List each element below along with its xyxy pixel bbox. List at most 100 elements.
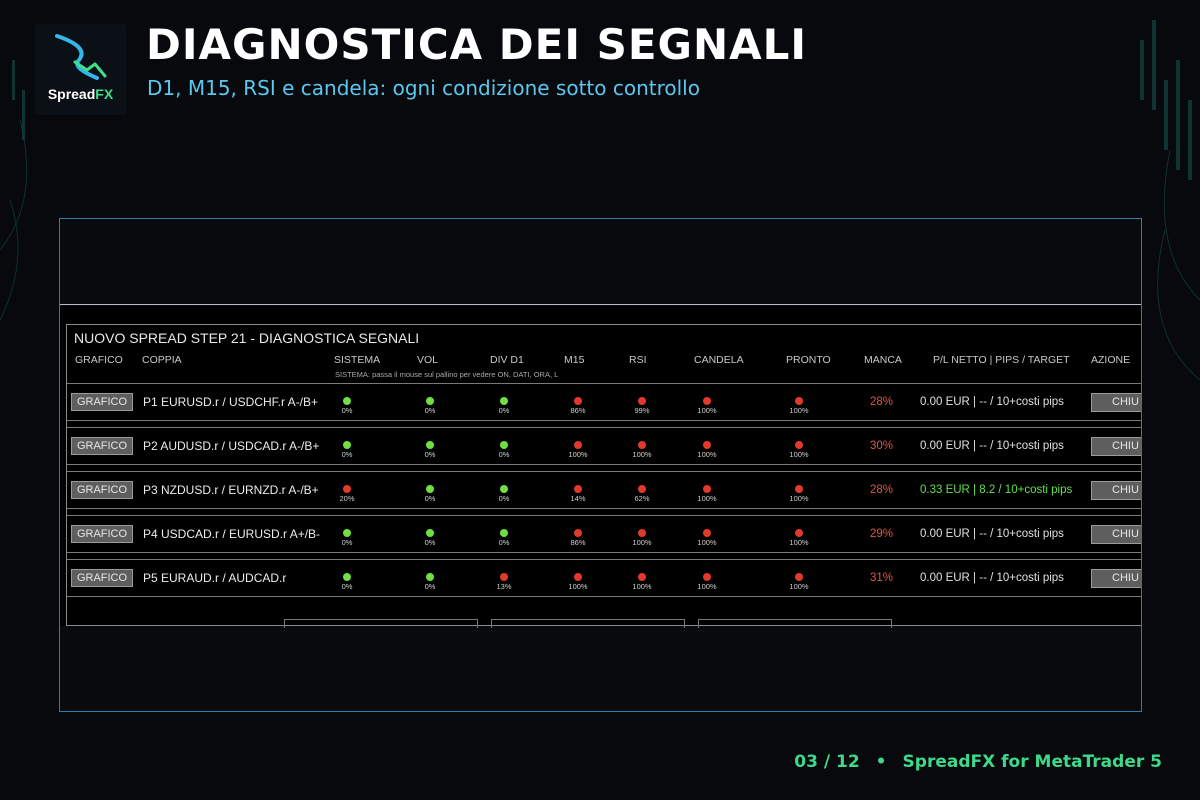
signal-percent: 100% <box>568 582 588 591</box>
manca-value: 29% <box>870 528 894 540</box>
signal-divd1[interactable]: 13% <box>489 573 519 591</box>
header-manca: MANCA <box>864 354 902 366</box>
signal-divd1[interactable]: 0% <box>489 485 519 503</box>
signal-pronto[interactable]: 100% <box>784 397 814 415</box>
pair-label: P3 NZDUSD.r / EURNZD.r A-/B+ <box>143 483 319 497</box>
grafico-button[interactable]: GRAFICO <box>71 481 133 499</box>
signal-percent: 100% <box>789 582 809 591</box>
sistema-hint: SISTEMA: passa il mouse sul pallino per … <box>335 370 559 379</box>
signal-rsi[interactable]: 100% <box>627 441 657 459</box>
signal-percent: 100% <box>789 450 809 459</box>
signal-percent: 100% <box>789 494 809 503</box>
signal-rsi[interactable]: 100% <box>627 573 657 591</box>
status-dot-icon <box>343 397 351 405</box>
grafico-button[interactable]: GRAFICO <box>71 437 133 455</box>
close-button[interactable]: CHIU <box>1091 437 1141 456</box>
close-button[interactable]: CHIU <box>1091 569 1141 588</box>
header-pl: P/L NETTO | PIPS / TARGET <box>933 354 1070 366</box>
signal-pronto[interactable]: 100% <box>784 529 814 547</box>
signal-candela[interactable]: 100% <box>692 529 722 547</box>
signal-percent: 13% <box>496 582 512 591</box>
signal-sistema[interactable]: 20% <box>332 485 362 503</box>
signal-percent: 100% <box>632 582 652 591</box>
pair-label: P4 USDCAD.r / EURUSD.r A+/B- <box>143 527 321 541</box>
header-pronto: PRONTO <box>786 354 831 366</box>
signal-divd1[interactable]: 0% <box>489 397 519 415</box>
panel-title: NUOVO SPREAD STEP 21 - DIAGNOSTICA SEGNA… <box>74 330 420 346</box>
signal-divd1[interactable]: 0% <box>489 441 519 459</box>
table-row: GRAFICO P5 EURAUD.r / AUDCAD.r 0% 0% 13% 100%… <box>67 559 1141 597</box>
signal-vol[interactable]: 0% <box>415 441 445 459</box>
signal-vol[interactable]: 0% <box>415 529 445 547</box>
signal-m15[interactable]: 86% <box>563 397 593 415</box>
signal-percent: 100% <box>568 450 588 459</box>
signal-vol[interactable]: 0% <box>415 485 445 503</box>
signal-rsi[interactable]: 100% <box>627 529 657 547</box>
signal-candela[interactable]: 100% <box>692 485 722 503</box>
signal-percent: 100% <box>697 582 717 591</box>
signal-divd1[interactable]: 0% <box>489 529 519 547</box>
signal-pronto[interactable]: 100% <box>784 441 814 459</box>
signal-vol[interactable]: 0% <box>415 397 445 415</box>
status-dot-icon <box>638 529 646 537</box>
grafico-button[interactable]: GRAFICO <box>71 393 133 411</box>
close-button[interactable]: CHIU <box>1091 525 1141 544</box>
status-dot-icon <box>703 485 711 493</box>
status-dot-icon <box>574 529 582 537</box>
signal-candela[interactable]: 100% <box>692 441 722 459</box>
signal-m15[interactable]: 86% <box>563 529 593 547</box>
signal-m15[interactable]: 100% <box>563 573 593 591</box>
footer-page: 03 / 12 <box>794 752 860 772</box>
signal-m15[interactable]: 100% <box>563 441 593 459</box>
bottom-box <box>491 619 685 628</box>
signal-rsi[interactable]: 99% <box>627 397 657 415</box>
header-coppia: COPPIA <box>142 354 182 366</box>
status-dot-icon <box>574 441 582 449</box>
close-button[interactable]: CHIU <box>1091 393 1141 412</box>
status-dot-icon <box>795 397 803 405</box>
grafico-button[interactable]: GRAFICO <box>71 569 133 587</box>
signal-sistema[interactable]: 0% <box>332 397 362 415</box>
signal-sistema[interactable]: 0% <box>332 529 362 547</box>
header-azione: AZIONE <box>1091 354 1131 366</box>
table-row: GRAFICO P2 AUDUSD.r / USDCAD.r A-/B+ 0% 0% 0… <box>67 427 1141 465</box>
status-dot-icon <box>703 397 711 405</box>
bottom-box <box>284 619 478 628</box>
logo: SpreadFX <box>35 24 126 115</box>
signal-percent: 0% <box>341 450 353 459</box>
status-dot-icon <box>795 485 803 493</box>
pl-value: 0.00 EUR | -- / 10+costi pips <box>920 528 1064 540</box>
status-dot-icon <box>574 397 582 405</box>
status-dot-icon <box>500 397 508 405</box>
grafico-button[interactable]: GRAFICO <box>71 525 133 543</box>
logo-text: SpreadFX <box>47 86 114 102</box>
signal-percent: 99% <box>634 406 650 415</box>
signal-rsi[interactable]: 62% <box>627 485 657 503</box>
signal-sistema[interactable]: 0% <box>332 441 362 459</box>
signal-pronto[interactable]: 100% <box>784 485 814 503</box>
signal-vol[interactable]: 0% <box>415 573 445 591</box>
signal-candela[interactable]: 100% <box>692 573 722 591</box>
signal-m15[interactable]: 14% <box>563 485 593 503</box>
manca-value: 31% <box>870 572 894 584</box>
header-candela: CANDELA <box>694 354 744 366</box>
signal-candela[interactable]: 100% <box>692 397 722 415</box>
manca-value: 30% <box>870 440 894 452</box>
signal-percent: 20% <box>339 494 355 503</box>
status-dot-icon <box>426 441 434 449</box>
footer: 03 / 12 • SpreadFX for MetaTrader 5 <box>794 752 1162 772</box>
diagnostics-panel: NUOVO SPREAD STEP 21 - DIAGNOSTICA SEGNA… <box>66 324 1141 628</box>
pl-value: 0.33 EUR | 8.2 / 10+costi pips <box>920 484 1073 496</box>
status-dot-icon <box>795 573 803 581</box>
status-dot-icon <box>638 441 646 449</box>
logo-graphic <box>55 34 107 80</box>
signal-sistema[interactable]: 0% <box>332 573 362 591</box>
pair-label: P2 AUDUSD.r / USDCAD.r A-/B+ <box>143 439 320 453</box>
status-dot-icon <box>638 485 646 493</box>
page-title: DIAGNOSTICA DEI SEGNALI <box>146 20 808 69</box>
signal-pronto[interactable]: 100% <box>784 573 814 591</box>
close-button[interactable]: CHIU <box>1091 481 1141 500</box>
status-dot-icon <box>638 397 646 405</box>
footer-product: SpreadFX for MetaTrader 5 <box>902 752 1162 772</box>
status-dot-icon <box>703 441 711 449</box>
